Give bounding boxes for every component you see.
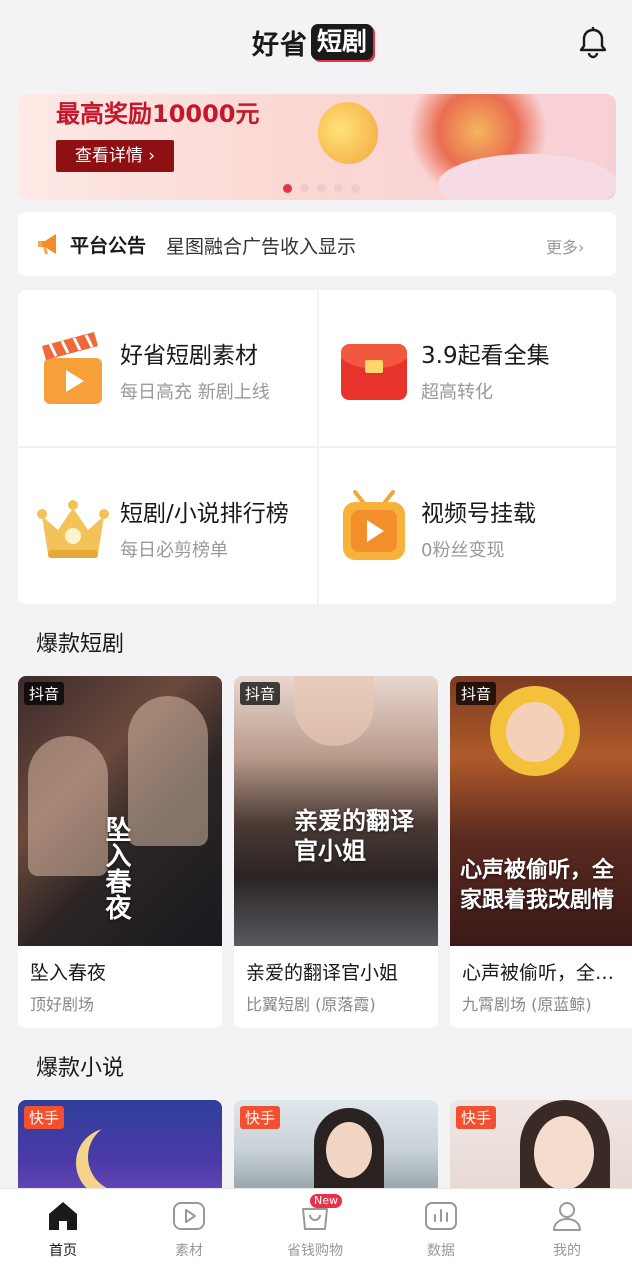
drama-studio: 顶好剧场 bbox=[30, 995, 95, 1014]
novel-card[interactable]: 快手 bbox=[450, 1100, 632, 1200]
poster-title: 亲爱的翻译官小姐 bbox=[294, 807, 414, 865]
app-logo: 好省 短剧 bbox=[252, 22, 374, 62]
notice-title: 平台公告 bbox=[70, 235, 147, 257]
moon-image bbox=[88, 1122, 158, 1192]
platform-tag: 快手 bbox=[240, 1106, 281, 1129]
novel-card[interactable]: 快手 bbox=[18, 1100, 222, 1200]
drama-card[interactable]: 坠入春夜 抖音 坠入春夜 顶好剧场 bbox=[18, 676, 222, 1028]
bar-chart-icon bbox=[425, 1202, 457, 1230]
poster-title: 坠入春夜 bbox=[101, 816, 131, 920]
platform-tag: 快手 bbox=[24, 1106, 65, 1129]
notice-text[interactable]: 星图融合广告收入显示 bbox=[166, 232, 356, 259]
platform-tag: 快手 bbox=[456, 1106, 497, 1129]
feature-subtitle: 每日高充 新剧上线 bbox=[120, 382, 270, 403]
home-icon bbox=[49, 1202, 77, 1230]
feature-drama-materials[interactable]: 好省短剧素材 每日高充 新剧上线 bbox=[18, 290, 317, 447]
carousel-dot[interactable] bbox=[300, 184, 309, 193]
crown-icon bbox=[37, 500, 109, 558]
feature-title: 短剧/小说排行榜 bbox=[120, 501, 289, 527]
bell-icon[interactable] bbox=[576, 26, 610, 60]
view-details-button[interactable]: 查看详情 › bbox=[56, 140, 174, 172]
drama-poster: 坠入春夜 bbox=[18, 676, 222, 946]
new-badge: New bbox=[310, 1194, 342, 1208]
drama-title: 亲爱的翻译官小姐 bbox=[246, 962, 399, 984]
tab-profile[interactable]: 我的 bbox=[504, 1189, 630, 1274]
tab-shopping[interactable]: New 省钱购物 bbox=[252, 1189, 378, 1274]
clapperboard-play-icon bbox=[42, 332, 102, 404]
drama-card[interactable]: 亲爱的翻译官小姐 抖音 亲爱的翻译官小姐 比翼短剧 (原落霞) bbox=[234, 676, 438, 1028]
feature-title: 3.9起看全集 bbox=[421, 343, 550, 369]
carousel-dot[interactable] bbox=[317, 184, 326, 193]
tv-play-icon bbox=[343, 490, 405, 560]
platform-notice[interactable]: 平台公告 星图融合广告收入显示 更多› bbox=[18, 212, 616, 276]
feature-title: 好省短剧素材 bbox=[120, 343, 258, 369]
tab-home[interactable]: 首页 bbox=[0, 1189, 126, 1274]
bottom-tab-bar: 首页 素材 New 省钱购物 数据 我的 bbox=[0, 1188, 632, 1274]
cover-face-image bbox=[534, 1116, 594, 1190]
feature-rankings[interactable]: 短剧/小说排行榜 每日必剪榜单 bbox=[18, 448, 317, 604]
feature-title: 视频号挂载 bbox=[421, 501, 536, 527]
drama-studio: 九霄剧场 (原蓝鲸) bbox=[462, 995, 592, 1014]
app-header: 好省 短剧 bbox=[0, 0, 632, 88]
tab-label: 数据 bbox=[427, 1243, 455, 1259]
drama-poster: 心声被偷听，全家跟着我改剧情 bbox=[450, 676, 632, 946]
drama-studio: 比翼短剧 (原落霞) bbox=[246, 995, 376, 1014]
cover-face-image bbox=[326, 1122, 372, 1178]
carousel-dot[interactable] bbox=[334, 184, 343, 193]
logo-text-1: 好省 bbox=[252, 29, 308, 61]
logo-text-2: 短剧 bbox=[311, 24, 374, 60]
tab-data[interactable]: 数据 bbox=[378, 1189, 504, 1274]
platform-tag: 抖音 bbox=[456, 682, 497, 705]
drama-title: 坠入春夜 bbox=[30, 962, 107, 984]
tab-label: 我的 bbox=[553, 1243, 581, 1259]
user-icon bbox=[553, 1202, 581, 1231]
feature-full-episodes[interactable]: 3.9起看全集 超高转化 bbox=[319, 290, 616, 447]
notice-more-link[interactable]: 更多› bbox=[546, 234, 584, 258]
platform-tag: 抖音 bbox=[240, 682, 281, 705]
feature-subtitle: 超高转化 bbox=[421, 382, 493, 403]
section-title-novels: 爆款小说 bbox=[36, 1056, 125, 1081]
tab-label: 省钱购物 bbox=[287, 1243, 343, 1259]
feature-subtitle: 0粉丝变现 bbox=[421, 540, 505, 561]
tab-label: 素材 bbox=[175, 1243, 203, 1259]
banner-headline: 最高奖励10000元 bbox=[56, 100, 260, 128]
carousel-dot[interactable] bbox=[351, 184, 360, 193]
feature-subtitle: 每日必剪榜单 bbox=[120, 540, 228, 561]
feature-channels-mount[interactable]: 视频号挂载 0粉丝变现 bbox=[319, 448, 616, 604]
megaphone-icon bbox=[38, 234, 56, 254]
play-square-icon bbox=[173, 1202, 205, 1230]
gold-ingot-icon bbox=[309, 94, 387, 173]
carousel-indicator[interactable] bbox=[283, 184, 360, 193]
red-envelope-icon bbox=[341, 344, 407, 400]
platform-tag: 抖音 bbox=[24, 682, 65, 705]
drama-title: 心声被偷听，全… bbox=[462, 962, 615, 984]
section-title-dramas: 爆款短剧 bbox=[36, 632, 125, 657]
feature-grid: 好省短剧素材 每日高充 新剧上线 3.9起看全集 超高转化 短剧/小说排行榜 每… bbox=[18, 290, 616, 604]
drama-poster: 亲爱的翻译官小姐 bbox=[234, 676, 438, 946]
tab-materials[interactable]: 素材 bbox=[126, 1189, 252, 1274]
drama-card[interactable]: 心声被偷听，全家跟着我改剧情 抖音 心声被偷听，全… 九霄剧场 (原蓝鲸) bbox=[450, 676, 632, 1028]
poster-title: 心声被偷听，全家跟着我改剧情 bbox=[460, 858, 615, 913]
carousel-dot[interactable] bbox=[283, 184, 292, 193]
tab-label: 首页 bbox=[49, 1243, 77, 1259]
novel-card[interactable]: 快手 bbox=[234, 1100, 438, 1200]
